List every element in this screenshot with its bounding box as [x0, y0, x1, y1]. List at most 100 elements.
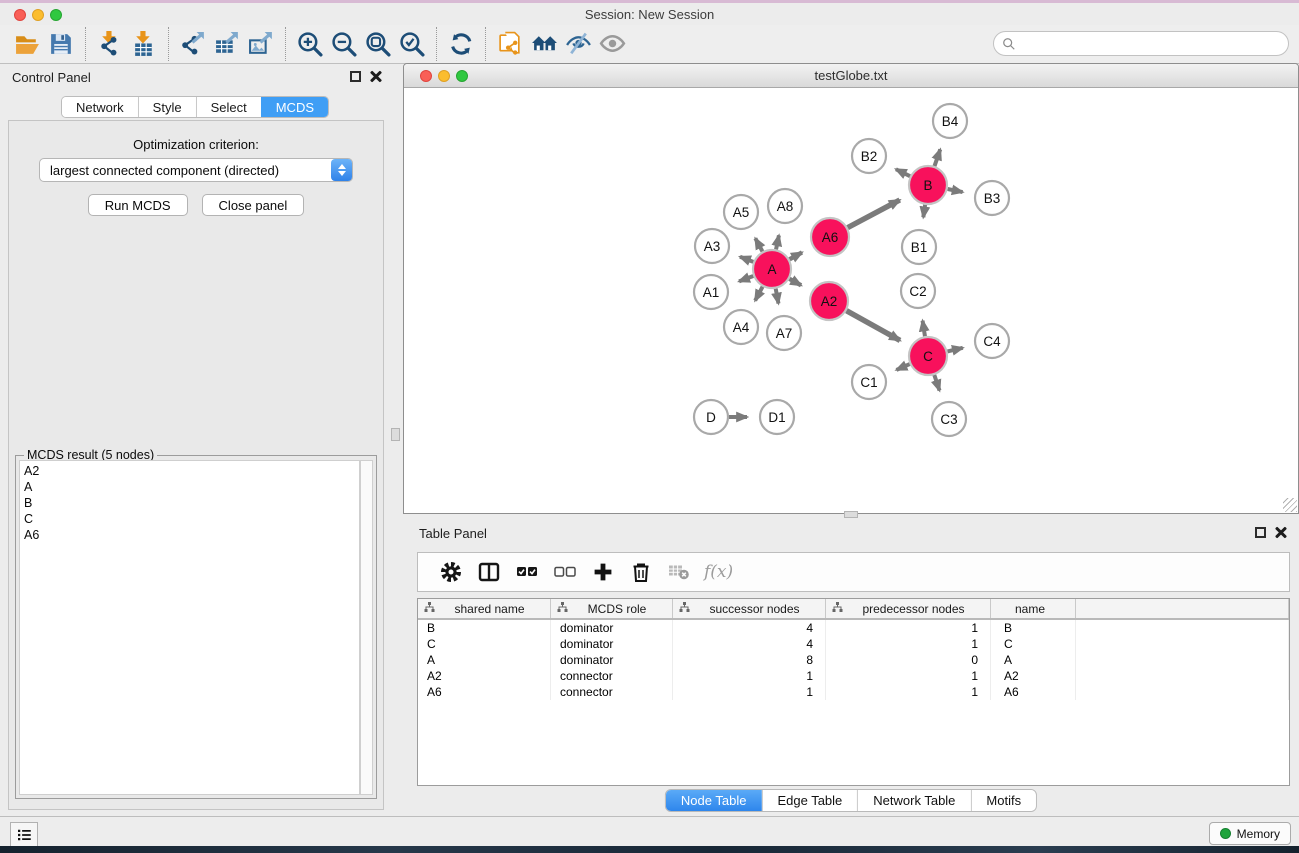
table-cell[interactable]: C — [991, 636, 1076, 652]
table-cell[interactable]: 1 — [826, 668, 991, 684]
tab-style[interactable]: Style — [138, 97, 196, 117]
show-panels-eye-icon[interactable] — [595, 28, 629, 60]
graph-node-A6[interactable]: A6 — [811, 218, 849, 256]
graph-node-A5[interactable]: A5 — [724, 195, 758, 229]
column-header-shared-name[interactable]: shared name — [418, 599, 551, 618]
table-cell[interactable]: connector — [551, 684, 673, 700]
open-session-icon[interactable] — [10, 28, 44, 60]
graph-node-B1[interactable]: B1 — [902, 230, 936, 264]
gear-icon[interactable] — [432, 555, 470, 589]
horizontal-split-handle[interactable] — [844, 511, 858, 518]
resize-grip-icon[interactable] — [1283, 498, 1297, 512]
graph-node-C4[interactable]: C4 — [975, 324, 1009, 358]
table-close-panel-icon[interactable] — [1275, 526, 1287, 538]
edge-A-A6[interactable] — [790, 252, 802, 259]
new-network-from-file-icon[interactable] — [493, 28, 527, 60]
column-header-successor-nodes[interactable]: successor nodes — [673, 599, 826, 618]
edge-B-B1[interactable] — [923, 205, 925, 218]
edge-A2-C[interactable] — [846, 311, 900, 341]
column-header-name[interactable]: name — [991, 599, 1076, 618]
table-cell[interactable] — [1076, 668, 1289, 684]
result-item[interactable]: A — [24, 479, 359, 495]
table-cell[interactable]: 1 — [673, 668, 826, 684]
graph-node-A7[interactable]: A7 — [767, 316, 801, 350]
table-cell[interactable]: C — [418, 636, 551, 652]
tab-select[interactable]: Select — [196, 97, 261, 117]
import-table-icon[interactable] — [127, 28, 161, 60]
zoom-selected-icon[interactable] — [395, 28, 429, 60]
graph-node-D1[interactable]: D1 — [760, 400, 794, 434]
table-cell[interactable]: dominator — [551, 636, 673, 652]
function-builder-icon[interactable]: f(x) — [698, 562, 733, 582]
result-item[interactable]: C — [24, 511, 359, 527]
table-cell[interactable]: dominator — [551, 652, 673, 668]
table-row[interactable]: Bdominator41B — [418, 620, 1289, 636]
tab-network[interactable]: Network — [62, 97, 138, 117]
hide-panels-eye-icon[interactable] — [561, 28, 595, 60]
table-cell[interactable]: B — [418, 620, 551, 636]
table-cell[interactable] — [1076, 652, 1289, 668]
table-row[interactable]: Adominator80A — [418, 652, 1289, 668]
add-icon[interactable] — [584, 555, 622, 589]
edge-C-C4[interactable] — [947, 348, 962, 352]
edge-C-C2[interactable] — [923, 321, 925, 337]
float-panel-icon[interactable] — [350, 71, 361, 82]
table-cell[interactable]: 1 — [826, 620, 991, 636]
save-session-icon[interactable] — [44, 28, 78, 60]
graph-node-A[interactable]: A — [753, 250, 791, 288]
tab-node-table[interactable]: Node Table — [666, 790, 762, 811]
graph-node-A8[interactable]: A8 — [768, 189, 802, 223]
edge-C-C3[interactable] — [934, 375, 939, 391]
table-row[interactable]: Cdominator41C — [418, 636, 1289, 652]
tab-edge-table[interactable]: Edge Table — [761, 790, 857, 811]
edge-A-A4[interactable] — [755, 287, 762, 301]
edge-C-C1[interactable] — [896, 364, 909, 370]
memory-button[interactable]: Memory — [1209, 822, 1291, 845]
columns-icon[interactable] — [470, 555, 508, 589]
close-panel-icon[interactable] — [370, 70, 382, 82]
graph-node-C3[interactable]: C3 — [932, 402, 966, 436]
edge-B-B4[interactable] — [935, 149, 941, 166]
table-cell[interactable]: 0 — [826, 652, 991, 668]
column-header-MCDS-role[interactable]: MCDS role — [551, 599, 673, 618]
table-cell[interactable]: B — [991, 620, 1076, 636]
result-item[interactable]: A6 — [24, 527, 359, 543]
table-cell[interactable]: A — [991, 652, 1076, 668]
graph-node-B[interactable]: B — [909, 166, 947, 204]
close-panel-button[interactable]: Close panel — [202, 194, 305, 216]
tab-motifs[interactable]: Motifs — [970, 790, 1036, 811]
result-scrollbar[interactable] — [360, 460, 373, 795]
import-network-icon[interactable] — [93, 28, 127, 60]
export-table-icon[interactable] — [210, 28, 244, 60]
edge-A6-B[interactable] — [848, 200, 900, 228]
zoom-out-icon[interactable] — [327, 28, 361, 60]
edge-A-A7[interactable] — [776, 289, 779, 304]
edge-A-A5[interactable] — [755, 238, 762, 251]
edge-B-B2[interactable] — [896, 169, 910, 176]
table-cell[interactable]: A6 — [991, 684, 1076, 700]
graph-node-A4[interactable]: A4 — [724, 310, 758, 344]
table-cell[interactable]: 1 — [826, 684, 991, 700]
table-cell[interactable]: 1 — [673, 684, 826, 700]
table-cell[interactable] — [1076, 620, 1289, 636]
delete-icon[interactable] — [622, 555, 660, 589]
select-all-icon[interactable] — [508, 555, 546, 589]
search-field[interactable] — [993, 31, 1289, 56]
graph-node-A1[interactable]: A1 — [694, 275, 728, 309]
tab-network-table[interactable]: Network Table — [857, 790, 970, 811]
graph-node-B3[interactable]: B3 — [975, 181, 1009, 215]
network-canvas[interactable]: AA1A2A3A4A5A6A7A8BB1B2B3B4CC1C2C3C4DD1 — [404, 88, 1298, 513]
edge-A-A1[interactable] — [739, 276, 753, 281]
column-header-predecessor-nodes[interactable]: predecessor nodes — [826, 599, 991, 618]
table-cell[interactable]: A2 — [991, 668, 1076, 684]
deselect-all-icon[interactable] — [546, 555, 584, 589]
graph-node-D[interactable]: D — [694, 400, 728, 434]
table-cell[interactable]: 4 — [673, 636, 826, 652]
network-graph[interactable]: AA1A2A3A4A5A6A7A8BB1B2B3B4CC1C2C3C4DD1 — [404, 88, 1298, 513]
criterion-select[interactable]: largest connected component (directed) — [39, 158, 353, 182]
edge-B-B3[interactable] — [948, 189, 963, 192]
graph-node-C1[interactable]: C1 — [852, 365, 886, 399]
table-cell[interactable]: A2 — [418, 668, 551, 684]
table-cell[interactable]: 1 — [826, 636, 991, 652]
tab-mcds[interactable]: MCDS — [261, 97, 328, 117]
